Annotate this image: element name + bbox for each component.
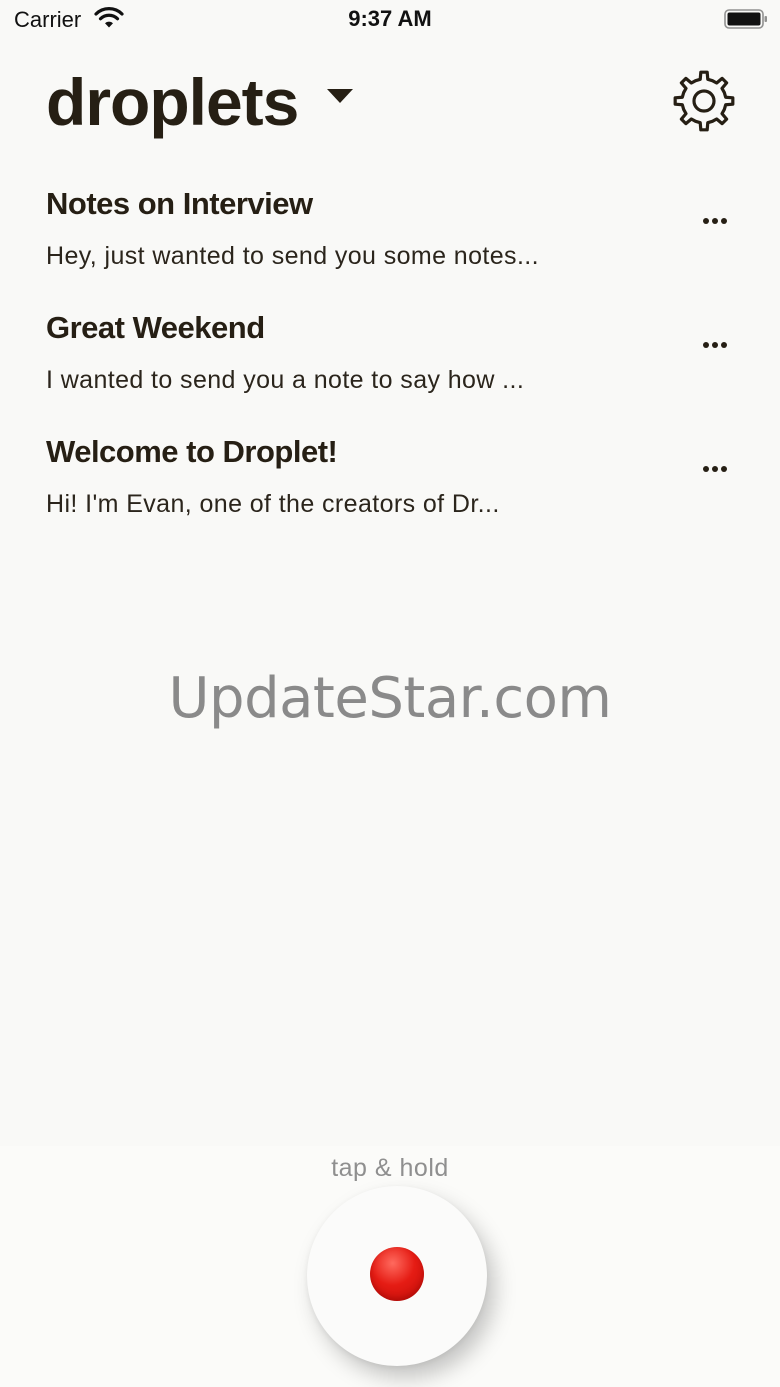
watermark-text: UpdateStar.com xyxy=(168,666,612,731)
notes-list: Notes on Interview Hey, just wanted to s… xyxy=(0,180,780,552)
note-preview: Hey, just wanted to send you some notes.… xyxy=(46,242,539,270)
more-icon[interactable] xyxy=(696,208,734,234)
caret-down-icon[interactable] xyxy=(326,88,354,104)
note-preview: Hi! I'm Evan, one of the creators of Dr.… xyxy=(46,490,500,518)
more-icon[interactable] xyxy=(696,332,734,358)
note-title: Great Weekend xyxy=(46,310,265,345)
note-title: Notes on Interview xyxy=(46,186,313,221)
status-bar: Carrier 9:37 AM xyxy=(0,0,780,40)
page-title[interactable]: droplets xyxy=(46,66,299,138)
gear-icon[interactable] xyxy=(670,68,738,134)
record-hint: tap & hold xyxy=(331,1154,449,1182)
record-button[interactable] xyxy=(307,1186,487,1366)
list-item[interactable]: Great Weekend I wanted to send you a not… xyxy=(0,304,780,428)
more-icon[interactable] xyxy=(696,456,734,482)
status-time: 9:37 AM xyxy=(348,6,432,31)
record-icon xyxy=(370,1247,424,1301)
list-item[interactable]: Notes on Interview Hey, just wanted to s… xyxy=(0,180,780,304)
list-item[interactable]: Welcome to Droplet! Hi! I'm Evan, one of… xyxy=(0,428,780,552)
note-preview: I wanted to send you a note to say how .… xyxy=(46,366,525,394)
note-title: Welcome to Droplet! xyxy=(46,434,338,469)
battery-icon xyxy=(724,9,767,29)
